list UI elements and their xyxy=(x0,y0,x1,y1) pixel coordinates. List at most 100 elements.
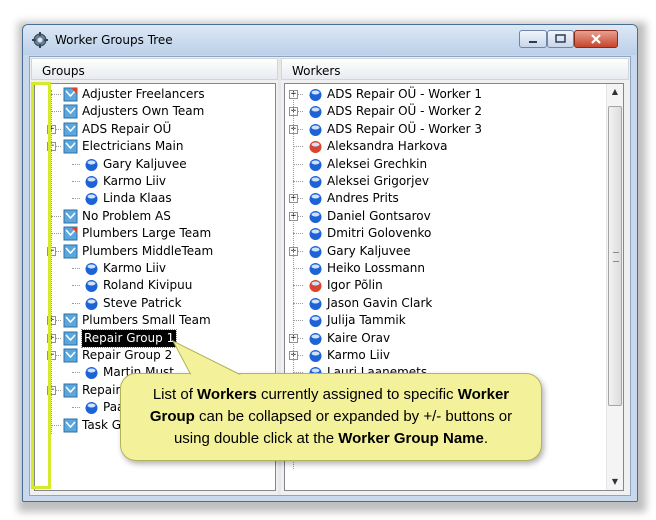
group-tree-row[interactable]: − Electricians Main xyxy=(35,138,275,155)
worker-list-row[interactable]: Julija Tammik xyxy=(285,312,623,329)
worker-icon xyxy=(309,176,322,188)
tree-connector xyxy=(72,285,80,287)
worker-icon xyxy=(85,367,98,380)
worker-name: Karmo Liiv xyxy=(103,261,167,275)
group-tree-row[interactable]: + Plumbers Small Team xyxy=(35,312,275,329)
title-bar[interactable]: Worker Groups Tree xyxy=(23,25,637,55)
group-icon xyxy=(63,104,78,119)
minimize-button[interactable] xyxy=(519,30,547,48)
worker-name: Andres Prits xyxy=(327,191,399,206)
tree-connector xyxy=(293,233,303,235)
tree-connector xyxy=(51,111,61,113)
worker-name: Karmo Liiv xyxy=(327,348,391,362)
close-icon xyxy=(591,34,601,44)
group-tree-row[interactable]: No Problem AS xyxy=(35,208,275,225)
worker-name: Aleksei Grigorjev xyxy=(327,174,429,188)
worker-inactive-icon xyxy=(309,141,322,154)
worker-list-row[interactable]: + Kaire Orav xyxy=(285,330,623,347)
worker-icon xyxy=(309,106,322,119)
group-tree-row[interactable]: Karmo Liiv xyxy=(35,260,275,277)
group-name: Adjuster Freelancers xyxy=(82,87,205,101)
group-name: No Problem AS xyxy=(82,208,171,223)
group-tree-row[interactable]: + ADS Repair OÜ xyxy=(35,121,275,138)
group-icon xyxy=(63,331,78,346)
worker-list-row[interactable]: Aleksei Grigorjev xyxy=(285,173,623,190)
tree-connector xyxy=(51,215,61,217)
callout-fragment: currently assigned to specific xyxy=(256,386,458,403)
workers-column-header[interactable]: Workers xyxy=(281,58,629,80)
worker-list-row[interactable]: Dmitri Golovenko xyxy=(285,225,623,242)
worker-list-row[interactable]: Heiko Lossmann xyxy=(285,260,623,277)
group-tree-row[interactable]: Steve Patrick xyxy=(35,295,275,312)
tree-connector xyxy=(293,181,303,182)
worker-list-row[interactable]: Aleksei Grechkin xyxy=(285,156,623,173)
tree-connector xyxy=(72,198,80,200)
worker-icon xyxy=(309,228,322,241)
window-title: Worker Groups Tree xyxy=(55,33,173,47)
tree-connector xyxy=(51,233,61,235)
worker-icon xyxy=(85,193,98,206)
groups-column-header[interactable]: Groups xyxy=(31,58,278,80)
maximize-button[interactable] xyxy=(547,30,574,48)
group-name: Repair Group 1 xyxy=(80,328,178,348)
group-tree-row[interactable]: − Plumbers MiddleTeam xyxy=(35,243,275,260)
expander-column-highlight xyxy=(31,82,51,489)
worker-name: Roland Kivipuu xyxy=(103,278,193,293)
worker-icon xyxy=(309,315,322,328)
group-icon xyxy=(63,244,78,259)
worker-icon xyxy=(85,280,98,293)
worker-list-row[interactable]: Igor Põlin xyxy=(285,277,623,294)
worker-list-row[interactable]: + ADS Repair OÜ - Worker 2 xyxy=(285,103,623,120)
maximize-icon xyxy=(555,34,566,43)
tree-connector xyxy=(72,268,80,269)
group-tree-row[interactable]: Gary Kaljuvee xyxy=(35,156,275,173)
group-tree-row[interactable]: Linda Klaas xyxy=(35,190,275,207)
callout-emphasis: Worker Group Name xyxy=(338,430,484,447)
tree-connector xyxy=(293,146,303,148)
group-tree-row[interactable]: Roland Kivipuu xyxy=(35,277,275,294)
worker-icon xyxy=(309,263,322,275)
worker-name: Kaire Orav xyxy=(327,330,391,345)
group-tree-row[interactable]: Plumbers Large Team xyxy=(35,225,275,242)
callout-text: List of Workers currently assigned to sp… xyxy=(131,384,531,450)
worker-list-row[interactable]: + Daniel Gontsarov xyxy=(285,208,623,225)
worker-list-row[interactable]: Aleksandra Harkova xyxy=(285,138,623,155)
group-tree-row[interactable]: − Repair Group 2 xyxy=(35,347,275,364)
worker-inactive-icon xyxy=(309,280,322,293)
worker-list-row[interactable]: Jason Gavin Clark xyxy=(285,295,623,312)
worker-icon xyxy=(85,176,98,188)
worker-icon xyxy=(309,350,322,362)
worker-name: Julija Tammik xyxy=(327,313,406,328)
worker-name: Gary Kaljuvee xyxy=(103,156,187,171)
scroll-down-arrow-icon[interactable]: ▼ xyxy=(607,474,623,490)
tree-vertical-connector xyxy=(51,90,52,434)
worker-icon xyxy=(309,245,322,258)
worker-icon xyxy=(309,193,322,206)
worker-name: ADS Repair OÜ - Worker 3 xyxy=(327,121,483,136)
worker-list-row[interactable]: + Andres Prits xyxy=(285,190,623,207)
group-icon xyxy=(63,348,78,363)
worker-name: Linda Klaas xyxy=(103,191,172,206)
group-icon xyxy=(63,139,78,154)
worker-name: Igor Põlin xyxy=(327,278,383,293)
worker-name: Jason Gavin Clark xyxy=(327,295,433,310)
group-tree-row[interactable]: + Repair Group 1 xyxy=(35,328,275,348)
worker-list-row[interactable]: + ADS Repair OÜ - Worker 3 xyxy=(285,121,623,138)
group-tree-row[interactable]: Karmo Liiv xyxy=(35,173,275,190)
group-name: Plumbers Small Team xyxy=(82,313,211,328)
tree-connector xyxy=(72,181,80,182)
worker-icon xyxy=(85,297,98,310)
worker-name: Gary Kaljuvee xyxy=(327,243,411,258)
worker-list-row[interactable]: + Karmo Liiv xyxy=(285,347,623,364)
tree-connector xyxy=(51,424,61,426)
worker-list-row[interactable]: + Gary Kaljuvee xyxy=(285,243,623,260)
minimize-icon xyxy=(529,41,537,43)
close-button[interactable] xyxy=(574,30,618,48)
group-tree-row[interactable]: Adjuster Freelancers xyxy=(35,86,275,103)
worker-name: Dmitri Golovenko xyxy=(327,226,432,241)
group-name: Repair Group 2 xyxy=(82,348,173,362)
group-tree-row[interactable]: Adjusters Own Team xyxy=(35,103,275,120)
worker-name: Daniel Gontsarov xyxy=(327,208,431,223)
group-name: Plumbers Large Team xyxy=(82,226,212,241)
worker-list-row[interactable]: + ADS Repair OÜ - Worker 1 xyxy=(285,86,623,103)
